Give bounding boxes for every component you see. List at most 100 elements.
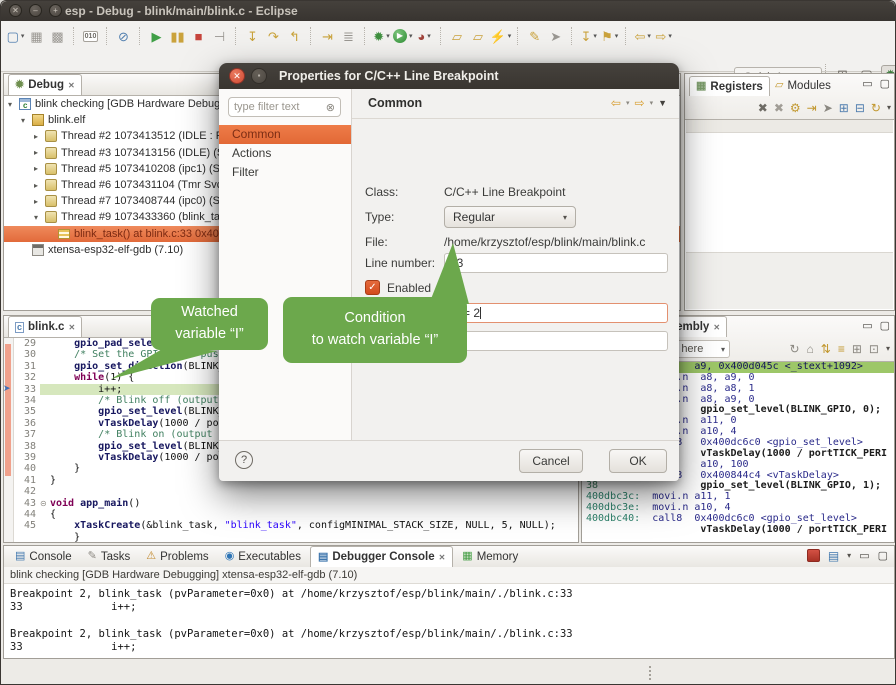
window-close-icon[interactable]: ✕ — [9, 4, 22, 17]
chevron-down-icon[interactable]: ▾ — [508, 32, 512, 40]
tab-registers[interactable]: ▦ Registers — [689, 76, 770, 96]
dialog-close-icon[interactable]: ✕ — [229, 68, 245, 84]
load-binary-button[interactable]: ▱ — [468, 25, 489, 47]
dialog-section-filter[interactable]: Filter — [219, 163, 351, 182]
profile-button[interactable]: ◕▾ — [414, 25, 435, 47]
close-icon[interactable] — [713, 323, 720, 332]
minimize-view-icon[interactable]: ▭ — [859, 549, 869, 562]
suspend-button[interactable]: ▮▮ — [167, 25, 188, 47]
display-console-icon[interactable]: ▤ — [828, 550, 839, 562]
cancel-button[interactable]: Cancel — [519, 449, 583, 473]
maximize-view-icon[interactable]: ▢ — [880, 77, 890, 90]
minimize-view-icon[interactable]: ▭ — [862, 319, 872, 332]
step-over-button[interactable]: ↷ — [263, 25, 284, 47]
maximize-view-icon[interactable]: ▢ — [878, 549, 888, 562]
chevron-down-icon[interactable]: ▾ — [650, 99, 654, 107]
chevron-down-icon[interactable]: ▾ — [386, 32, 390, 40]
tab-memory[interactable]: Memory — [455, 547, 525, 567]
back-arrow-icon[interactable]: ⇦ — [611, 96, 621, 110]
remove-selected-icon[interactable]: ⊟ — [855, 102, 865, 114]
expander-icon[interactable]: ▾ — [21, 116, 32, 125]
fold-collapse-icon[interactable]: ⊝ — [40, 499, 47, 508]
home-icon[interactable]: ⌂ — [807, 343, 814, 355]
tab-problems[interactable]: Problems — [139, 547, 215, 567]
expander-icon[interactable]: ▸ — [34, 148, 45, 157]
previous-annotation-button[interactable]: ⚑▾ — [599, 25, 620, 47]
forward-button[interactable]: ⇨▾ — [653, 25, 674, 47]
window-maximize-icon[interactable]: + — [49, 4, 62, 17]
tab-debugger-console[interactable]: Debugger Console — [310, 546, 453, 567]
pointer-icon[interactable]: ➤ — [823, 102, 833, 114]
expander-icon[interactable]: ▸ — [34, 181, 45, 190]
expander-icon[interactable]: ▾ — [34, 213, 45, 222]
expander-icon[interactable]: ▸ — [34, 132, 45, 141]
new-view-icon[interactable]: ⊞ — [852, 343, 862, 355]
resume-button[interactable]: ▶ — [146, 25, 167, 47]
chevron-down-icon[interactable]: ▾ — [847, 551, 851, 560]
view-menu-icon[interactable]: ▾ — [886, 345, 890, 353]
mark-occurrences-button[interactable]: ➤ — [545, 25, 566, 47]
load-symbols-button[interactable]: ▱ — [447, 25, 468, 47]
new-wizard-button[interactable]: ▢▾ — [5, 25, 26, 47]
step-filters-button[interactable]: ≣ — [338, 25, 359, 47]
editor-annotation-ruler[interactable] — [4, 338, 14, 542]
chevron-down-icon[interactable]: ▾ — [427, 32, 431, 40]
save-button[interactable]: ▦ — [26, 25, 47, 47]
tab-debug[interactable]: ✹ Debug — [8, 74, 82, 95]
flash-button[interactable]: ⚡▾ — [489, 25, 513, 47]
view-menu-icon[interactable]: ▼ — [658, 98, 667, 108]
dialog-section-common[interactable]: Common — [219, 125, 351, 144]
chevron-down-icon[interactable]: ▾ — [615, 32, 619, 40]
type-dropdown[interactable]: Regular ▾ — [444, 206, 576, 228]
close-icon[interactable] — [439, 553, 446, 562]
chevron-down-icon[interactable]: ▾ — [409, 32, 413, 40]
track-source-icon[interactable]: ≡ — [838, 343, 845, 355]
next-annotation-button[interactable]: ↧▾ — [578, 25, 599, 47]
enabled-checkbox[interactable] — [365, 280, 380, 295]
view-menu-icon[interactable]: ▾ — [887, 104, 891, 112]
expander-icon[interactable]: ▸ — [34, 197, 45, 206]
step-return-button[interactable]: ↰ — [284, 25, 305, 47]
save-all-button[interactable]: ▩ — [47, 25, 68, 47]
tab-executables[interactable]: Executables — [218, 547, 308, 567]
tab-tasks[interactable]: Tasks — [81, 547, 138, 567]
expander-icon[interactable]: ▸ — [34, 164, 45, 173]
console-output[interactable]: Breakpoint 2, blink_task (pvParameter=0x… — [10, 588, 892, 656]
forward-arrow-icon[interactable]: ⇨ — [635, 96, 645, 110]
dialog-section-actions[interactable]: Actions — [219, 144, 351, 163]
remove-all-icon[interactable]: ✖ — [774, 102, 784, 114]
remove-icon[interactable]: ✖ — [758, 102, 768, 114]
help-icon[interactable]: ? — [235, 451, 253, 469]
close-icon[interactable] — [68, 323, 75, 332]
tab-blink-c[interactable]: c blink.c — [8, 316, 82, 337]
instruction-stepping-button[interactable]: ⇥ — [317, 25, 338, 47]
tab-console[interactable]: Console — [8, 547, 79, 567]
clear-filter-icon[interactable] — [326, 101, 335, 114]
step-into-button[interactable]: ↧ — [242, 25, 263, 47]
expander-icon[interactable]: ▾ — [8, 100, 19, 109]
skip-breakpoints-button[interactable]: ⊘ — [113, 25, 134, 47]
chevron-down-icon[interactable]: ▾ — [647, 32, 651, 40]
tab-modules[interactable]: ▱ Modules — [769, 76, 837, 95]
run-button[interactable]: ▶▾ — [392, 25, 414, 47]
add-icon[interactable]: ⊞ — [839, 102, 849, 114]
line-number-field[interactable] — [444, 253, 668, 273]
ignore-count-field[interactable] — [444, 331, 668, 351]
back-button[interactable]: ⇦▾ — [632, 25, 653, 47]
maximize-view-icon[interactable]: ▢ — [880, 319, 890, 332]
terminate-button[interactable]: ■ — [188, 25, 209, 47]
pin-icon[interactable]: ⊡ — [869, 343, 879, 355]
chevron-down-icon[interactable]: ▾ — [21, 32, 25, 40]
chevron-down-icon[interactable]: ▾ — [593, 32, 597, 40]
disconnect-button[interactable]: ⊣ — [209, 25, 230, 47]
import-icon[interactable]: ⇥ — [807, 102, 817, 114]
chevron-down-icon[interactable]: ▾ — [626, 99, 630, 107]
dialog-menu-icon[interactable]: ▪ — [251, 68, 267, 84]
refresh-icon[interactable]: ↻ — [789, 343, 799, 355]
ok-button[interactable]: OK — [609, 449, 667, 473]
layout-icon[interactable]: ⚙ — [790, 102, 801, 114]
close-icon[interactable] — [68, 81, 75, 90]
filter-input[interactable]: type filter text — [228, 97, 341, 117]
chevron-down-icon[interactable]: ▾ — [668, 32, 672, 40]
sync-icon[interactable]: ⇅ — [821, 343, 831, 355]
